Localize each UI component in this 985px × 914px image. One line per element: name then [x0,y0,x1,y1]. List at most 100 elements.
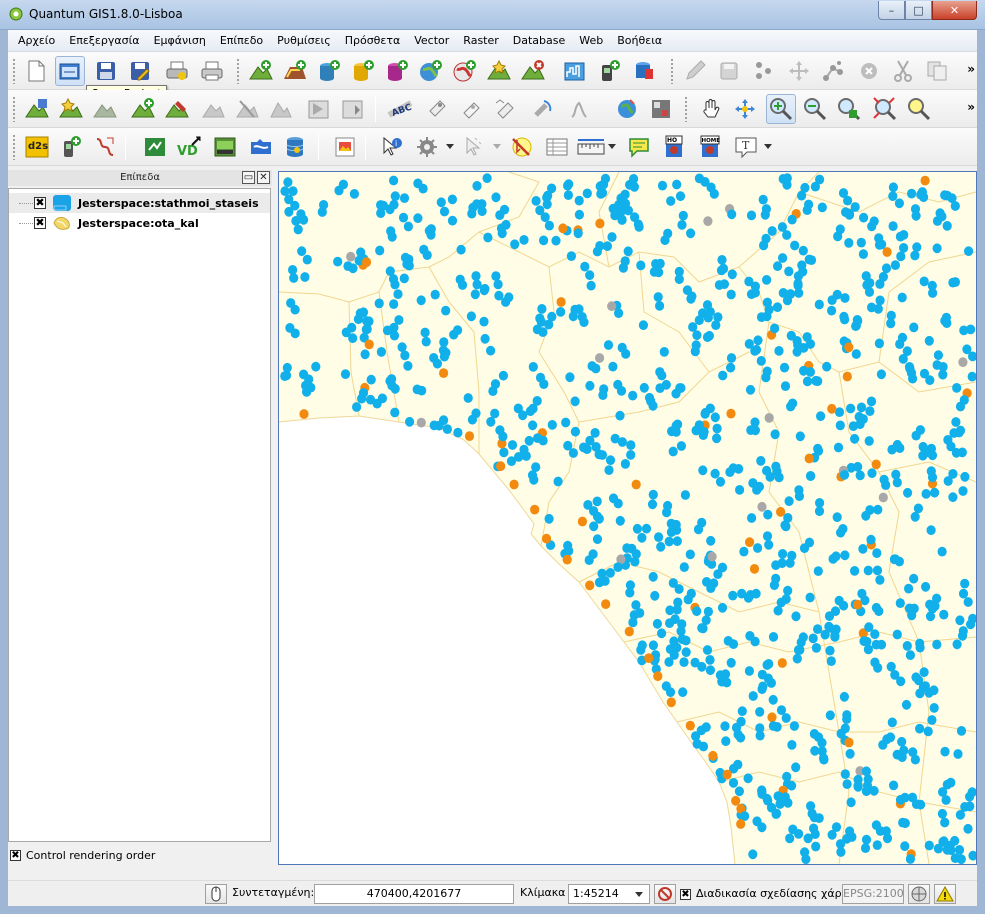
print-composer-button[interactable] [162,56,192,86]
toolbar-grip[interactable] [12,96,16,122]
control-rendering-order-checkbox[interactable]: ✖ [10,850,21,861]
add-raster-layer-button[interactable] [280,56,310,86]
deselect-all-button[interactable] [506,132,536,162]
rotate-feature-button[interactable] [128,94,158,124]
close-panel-button[interactable]: ✕ [257,171,270,184]
add-vector-layer-button[interactable] [246,56,276,86]
simplify-feature-button[interactable] [266,94,296,124]
move-label-button[interactable] [490,94,520,124]
toggle-editing-button[interactable] [680,56,710,86]
zoom-in-button[interactable] [766,94,796,124]
new-composer-button[interactable] [330,132,360,162]
copy-features-button[interactable] [922,56,952,86]
save-image-button[interactable] [210,132,240,162]
add-mssql-layer-button[interactable] [382,56,412,86]
merge-features-button[interactable] [90,94,120,124]
offset-curve-button[interactable] [198,94,228,124]
action-dropdown-arrow[interactable] [446,144,454,149]
identify-features-button[interactable]: i [376,132,406,162]
favorite-button[interactable] [56,94,86,124]
add-part-button[interactable] [338,94,368,124]
select-dropdown-arrow[interactable] [493,144,501,149]
layer-properties-button[interactable] [22,94,52,124]
add-wcs-layer-button[interactable] [560,56,590,86]
save-project-button[interactable] [91,56,121,86]
change-label-button[interactable] [564,94,594,124]
render-toggle[interactable]: ✖ Διαδικασία σχεδίασης χάρτη [680,884,855,904]
node-tool-button[interactable] [818,56,848,86]
add-gps-layer-button[interactable] [594,56,624,86]
close-window-button[interactable]: ✕ [932,1,977,20]
control-rendering-order[interactable]: ✖ Control rendering order [10,849,155,862]
zoom-to-layer-button[interactable] [870,94,900,124]
menu-edit[interactable]: Επεξεργασία [63,34,147,47]
maximize-button[interactable]: □ [905,1,932,20]
menu-file[interactable]: Αρχείο [12,34,63,47]
cut-features-button[interactable] [888,56,918,86]
print-button[interactable] [197,56,227,86]
measure-dropdown-arrow[interactable] [608,144,616,149]
new-shapefile-button[interactable] [484,56,514,86]
raster-calculator-button[interactable] [646,94,676,124]
layer-tree[interactable]: ✖ Jesterspace:stathmoi_staseis ✖ Jesters… [8,188,271,842]
add-spatialite-layer-button[interactable] [348,56,378,86]
layer-item-ota-kal[interactable]: ✖ Jesterspace:ota_kal [9,213,270,233]
measure-line-button[interactable] [576,132,606,162]
labeling-button[interactable]: ABC [386,94,416,124]
vd-plugin-button[interactable]: VD [174,132,204,162]
layer-visibility-checkbox[interactable]: ✖ [34,197,46,209]
minimize-button[interactable]: – [878,1,905,20]
new-bookmark-button[interactable]: HO [659,132,689,162]
save-as-button[interactable] [125,56,155,86]
toolbar-grip[interactable] [12,134,16,160]
menu-view[interactable]: Εμφάνιση [148,34,214,47]
open-attribute-table-button[interactable] [542,132,572,162]
select-features-button[interactable] [458,132,488,162]
window-titlebar[interactable]: Quantum GIS1.8.0-Lisboa – □ ✕ [0,0,985,30]
green-plugin-button[interactable] [140,132,170,162]
coordinate-field[interactable]: 470400,4201677 [314,884,514,904]
projection-button[interactable]: EPSG:2100 [842,884,904,904]
toolbar-grip[interactable] [684,96,688,122]
toolbar-grip[interactable] [236,58,240,84]
globe-button[interactable] [612,94,642,124]
show-hide-labels-button[interactable] [456,94,486,124]
add-oracle-layer-button[interactable] [629,56,659,86]
menu-web[interactable]: Web [573,34,611,47]
add-feature-button[interactable] [748,56,778,86]
pin-label-button[interactable] [422,94,452,124]
toolbar-overflow-button[interactable]: » [967,62,975,76]
move-feature-button[interactable] [784,56,814,86]
toolbar-overflow-button[interactable]: » [967,100,975,114]
add-ring-button[interactable] [304,94,334,124]
add-wms-layer-button[interactable] [416,56,446,86]
run-feature-action-button[interactable] [412,132,442,162]
menu-settings[interactable]: Ρυθμίσεις [271,34,339,47]
open-project-button[interactable] [55,56,85,86]
menu-layer[interactable]: Επίπεδο [214,34,271,47]
menu-raster[interactable]: Raster [457,34,506,47]
mapserver-button[interactable] [246,132,276,162]
db-manager-button[interactable] [280,132,310,162]
zoom-out-button[interactable] [800,94,830,124]
crs-status-button[interactable] [908,884,930,904]
annotation-dropdown-arrow[interactable] [764,144,772,149]
split-features-button[interactable] [232,94,262,124]
reshape-features-button[interactable] [162,94,192,124]
layer-item-stathmoi-staseis[interactable]: ✖ Jesterspace:stathmoi_staseis [9,193,270,213]
scale-combobox[interactable]: 1:45214 [568,884,650,904]
delete-selected-button[interactable] [854,56,884,86]
messages-button[interactable] [934,884,956,904]
add-postgis-layer-button[interactable] [314,56,344,86]
zoom-to-selection-button[interactable] [904,94,934,124]
rotate-label-button[interactable] [528,94,558,124]
new-project-button[interactable] [21,56,51,86]
scale-dropdown-arrow[interactable] [635,892,643,897]
pan-to-selection-button[interactable] [730,94,760,124]
text-annotation-button[interactable]: T [732,132,762,162]
stop-rendering-button[interactable] [654,884,676,904]
save-edits-button[interactable] [714,56,744,86]
toggle-extents-button[interactable] [205,884,227,904]
gps-plugin-button[interactable] [56,132,86,162]
map-tips-button[interactable] [624,132,654,162]
